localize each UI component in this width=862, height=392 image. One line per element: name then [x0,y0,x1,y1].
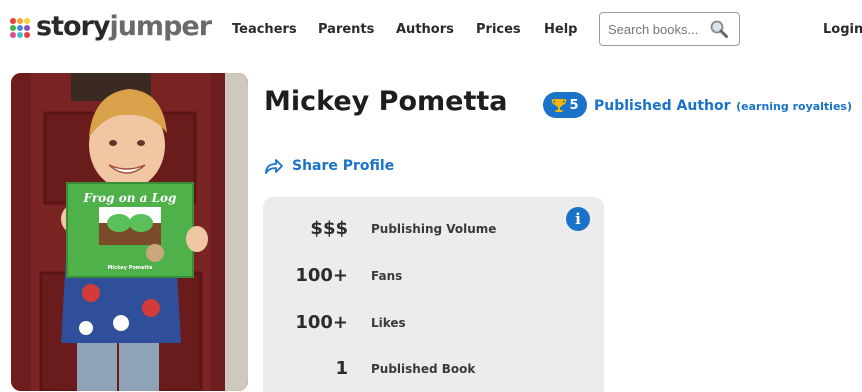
stat-value-likes: 100+ [295,312,348,333]
share-profile-label: Share Profile [292,158,395,174]
stat-value-published-books: 1 [335,358,348,379]
info-icon[interactable]: i [566,207,590,231]
trophy-icon [552,99,567,112]
photo-book-author: Mickey Pometta [107,265,152,271]
nav-parents[interactable]: Parents [318,20,374,40]
logo-part-jumper: jumper [109,11,212,42]
login-link[interactable]: Login [823,20,862,40]
trophy-badge: 5 [543,92,587,118]
logo-wordmark: storyjumper [36,10,212,44]
nav-authors[interactable]: Authors [396,20,454,40]
stat-label-likes: Likes [371,316,406,330]
stat-value-fans: 100+ [295,265,348,286]
storyjumper-logo[interactable]: storyjumper [10,10,212,44]
photo-book-title: Frog on a Log [83,191,177,205]
logo-dots-icon [10,17,32,38]
published-author-status[interactable]: Published Author (earning royalties) [594,95,852,114]
nav-teachers[interactable]: Teachers [232,20,297,40]
share-profile-button[interactable]: Share Profile [264,157,394,175]
status-main: Published Author [594,98,731,114]
stat-label-fans: Fans [371,269,403,283]
author-photo-illustration: Frog on a Log Mickey Pometta [11,73,248,391]
search-input[interactable] [608,21,708,37]
nav-prices[interactable]: Prices [476,20,521,40]
trophy-count: 5 [569,97,579,113]
stat-value-publishing-volume: $$$ [310,218,348,239]
stat-label-publishing-volume: Publishing Volume [371,222,497,236]
stat-label-published-books: Published Book [371,362,476,376]
nav-help[interactable]: Help [544,20,577,40]
logo-part-story: story [36,11,110,42]
search-box[interactable] [599,12,740,46]
author-photo: Frog on a Log Mickey Pometta [11,73,248,391]
share-icon [265,159,283,174]
status-sub: (earning royalties) [736,100,852,113]
author-name: Mickey Pometta [264,86,508,117]
search-icon[interactable] [709,19,729,39]
